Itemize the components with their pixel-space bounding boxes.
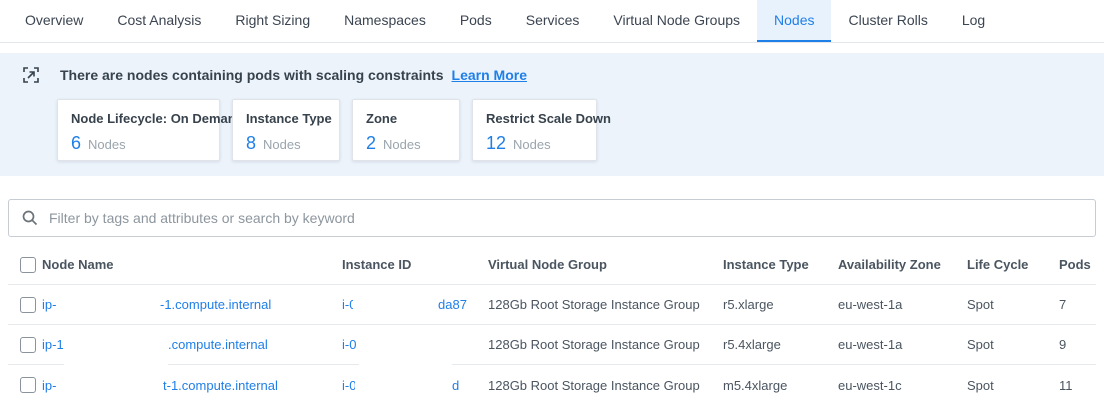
scale-constraint-icon bbox=[22, 66, 40, 84]
card-title: Restrict Scale Down bbox=[486, 111, 583, 126]
node-name-link[interactable]: ip- t-1.compute.internal bbox=[42, 365, 342, 404]
tab-namespaces[interactable]: Namespaces bbox=[327, 0, 443, 42]
card-zone[interactable]: Zone 2 Nodes bbox=[352, 99, 460, 161]
tab-log[interactable]: Log bbox=[945, 0, 1002, 42]
vng-cell: 128Gb Root Storage Instance Group bbox=[488, 337, 723, 352]
card-count: 8 bbox=[246, 133, 256, 154]
life-cycle-cell: Spot bbox=[967, 378, 1059, 393]
table-row: ip-1 .compute.internal i-0 128Gb Root St… bbox=[8, 325, 1096, 365]
tab-virtual-node-groups[interactable]: Virtual Node Groups bbox=[596, 0, 757, 42]
row-checkbox[interactable] bbox=[20, 337, 36, 353]
card-title: Zone bbox=[366, 111, 446, 126]
tab-pods[interactable]: Pods bbox=[443, 0, 509, 42]
card-count: 6 bbox=[71, 133, 81, 154]
availability-zone-cell: eu-west-1a bbox=[838, 337, 967, 352]
pods-cell: 9 bbox=[1059, 337, 1096, 352]
redaction-box bbox=[355, 370, 452, 400]
col-life-cycle: Life Cycle bbox=[967, 257, 1059, 272]
card-unit: Nodes bbox=[88, 137, 126, 152]
card-count: 2 bbox=[366, 133, 376, 154]
life-cycle-cell: Spot bbox=[967, 337, 1059, 352]
vng-cell: 128Gb Root Storage Instance Group bbox=[488, 297, 723, 312]
card-title: Node Lifecycle: On Demand bbox=[71, 111, 206, 126]
table-row: ip- t-1.compute.internal i-0 d 128Gb Roo… bbox=[8, 365, 1096, 404]
instance-id-link[interactable]: i-0 da87 bbox=[342, 285, 488, 324]
card-unit: Nodes bbox=[263, 137, 301, 152]
table-row: ip- -1.compute.internal i-0 da87 128Gb R… bbox=[8, 285, 1096, 325]
nodes-table: Node Name Instance ID Virtual Node Group… bbox=[8, 245, 1096, 404]
col-node-name: Node Name bbox=[42, 257, 342, 272]
redaction-box bbox=[359, 330, 452, 367]
instance-type-cell: m5.4xlarge bbox=[723, 378, 838, 393]
col-instance-type: Instance Type bbox=[723, 257, 838, 272]
tab-cost-analysis[interactable]: Cost Analysis bbox=[100, 0, 218, 42]
pods-cell: 7 bbox=[1059, 297, 1096, 312]
search-icon bbox=[21, 209, 39, 227]
card-count: 12 bbox=[486, 133, 506, 154]
constraint-cards: Node Lifecycle: On Demand 6 Nodes Instan… bbox=[57, 99, 1104, 161]
instance-type-cell: r5.4xlarge bbox=[723, 337, 838, 352]
card-unit: Nodes bbox=[513, 137, 551, 152]
tab-right-sizing[interactable]: Right Sizing bbox=[218, 0, 327, 42]
tab-overview[interactable]: Overview bbox=[8, 0, 100, 42]
select-all-checkbox[interactable] bbox=[20, 257, 36, 273]
col-pods: Pods bbox=[1059, 257, 1096, 272]
row-checkbox[interactable] bbox=[20, 297, 36, 313]
redaction-box bbox=[64, 330, 168, 367]
availability-zone-cell: eu-west-1a bbox=[838, 297, 967, 312]
vng-cell: 128Gb Root Storage Instance Group bbox=[488, 378, 723, 393]
search-input[interactable] bbox=[49, 210, 1083, 226]
tab-nodes[interactable]: Nodes bbox=[757, 0, 831, 42]
card-title: Instance Type bbox=[246, 111, 326, 126]
redaction-box bbox=[353, 290, 438, 320]
instance-id-link[interactable]: i-0 bbox=[342, 325, 488, 364]
banner-message: There are nodes containing pods with sca… bbox=[60, 67, 444, 83]
col-availability-zone: Availability Zone bbox=[838, 257, 967, 272]
redaction-box bbox=[59, 370, 163, 400]
instance-type-cell: r5.xlarge bbox=[723, 297, 838, 312]
card-unit: Nodes bbox=[383, 137, 421, 152]
scaling-constraints-banner: There are nodes containing pods with sca… bbox=[0, 53, 1104, 176]
card-restrict-scale-down[interactable]: Restrict Scale Down 12 Nodes bbox=[472, 99, 597, 161]
filter-search-bar bbox=[8, 199, 1096, 237]
instance-id-link[interactable]: i-0 d bbox=[342, 365, 488, 404]
row-checkbox[interactable] bbox=[20, 377, 36, 393]
card-node-lifecycle[interactable]: Node Lifecycle: On Demand 6 Nodes bbox=[57, 99, 220, 161]
col-instance-id: Instance ID bbox=[342, 257, 488, 272]
tab-cluster-rolls[interactable]: Cluster Rolls bbox=[831, 0, 944, 42]
col-virtual-node-group: Virtual Node Group bbox=[488, 257, 723, 272]
tab-services[interactable]: Services bbox=[509, 0, 597, 42]
node-name-link[interactable]: ip-1 .compute.internal bbox=[42, 325, 342, 364]
availability-zone-cell: eu-west-1c bbox=[838, 378, 967, 393]
learn-more-link[interactable]: Learn More bbox=[452, 67, 527, 83]
node-name-link[interactable]: ip- -1.compute.internal bbox=[42, 285, 342, 324]
life-cycle-cell: Spot bbox=[967, 297, 1059, 312]
redaction-box bbox=[59, 290, 160, 320]
tab-bar: Overview Cost Analysis Right Sizing Name… bbox=[0, 0, 1104, 43]
table-header-row: Node Name Instance ID Virtual Node Group… bbox=[8, 245, 1096, 285]
pods-cell: 11 bbox=[1059, 378, 1096, 393]
card-instance-type[interactable]: Instance Type 8 Nodes bbox=[232, 99, 340, 161]
